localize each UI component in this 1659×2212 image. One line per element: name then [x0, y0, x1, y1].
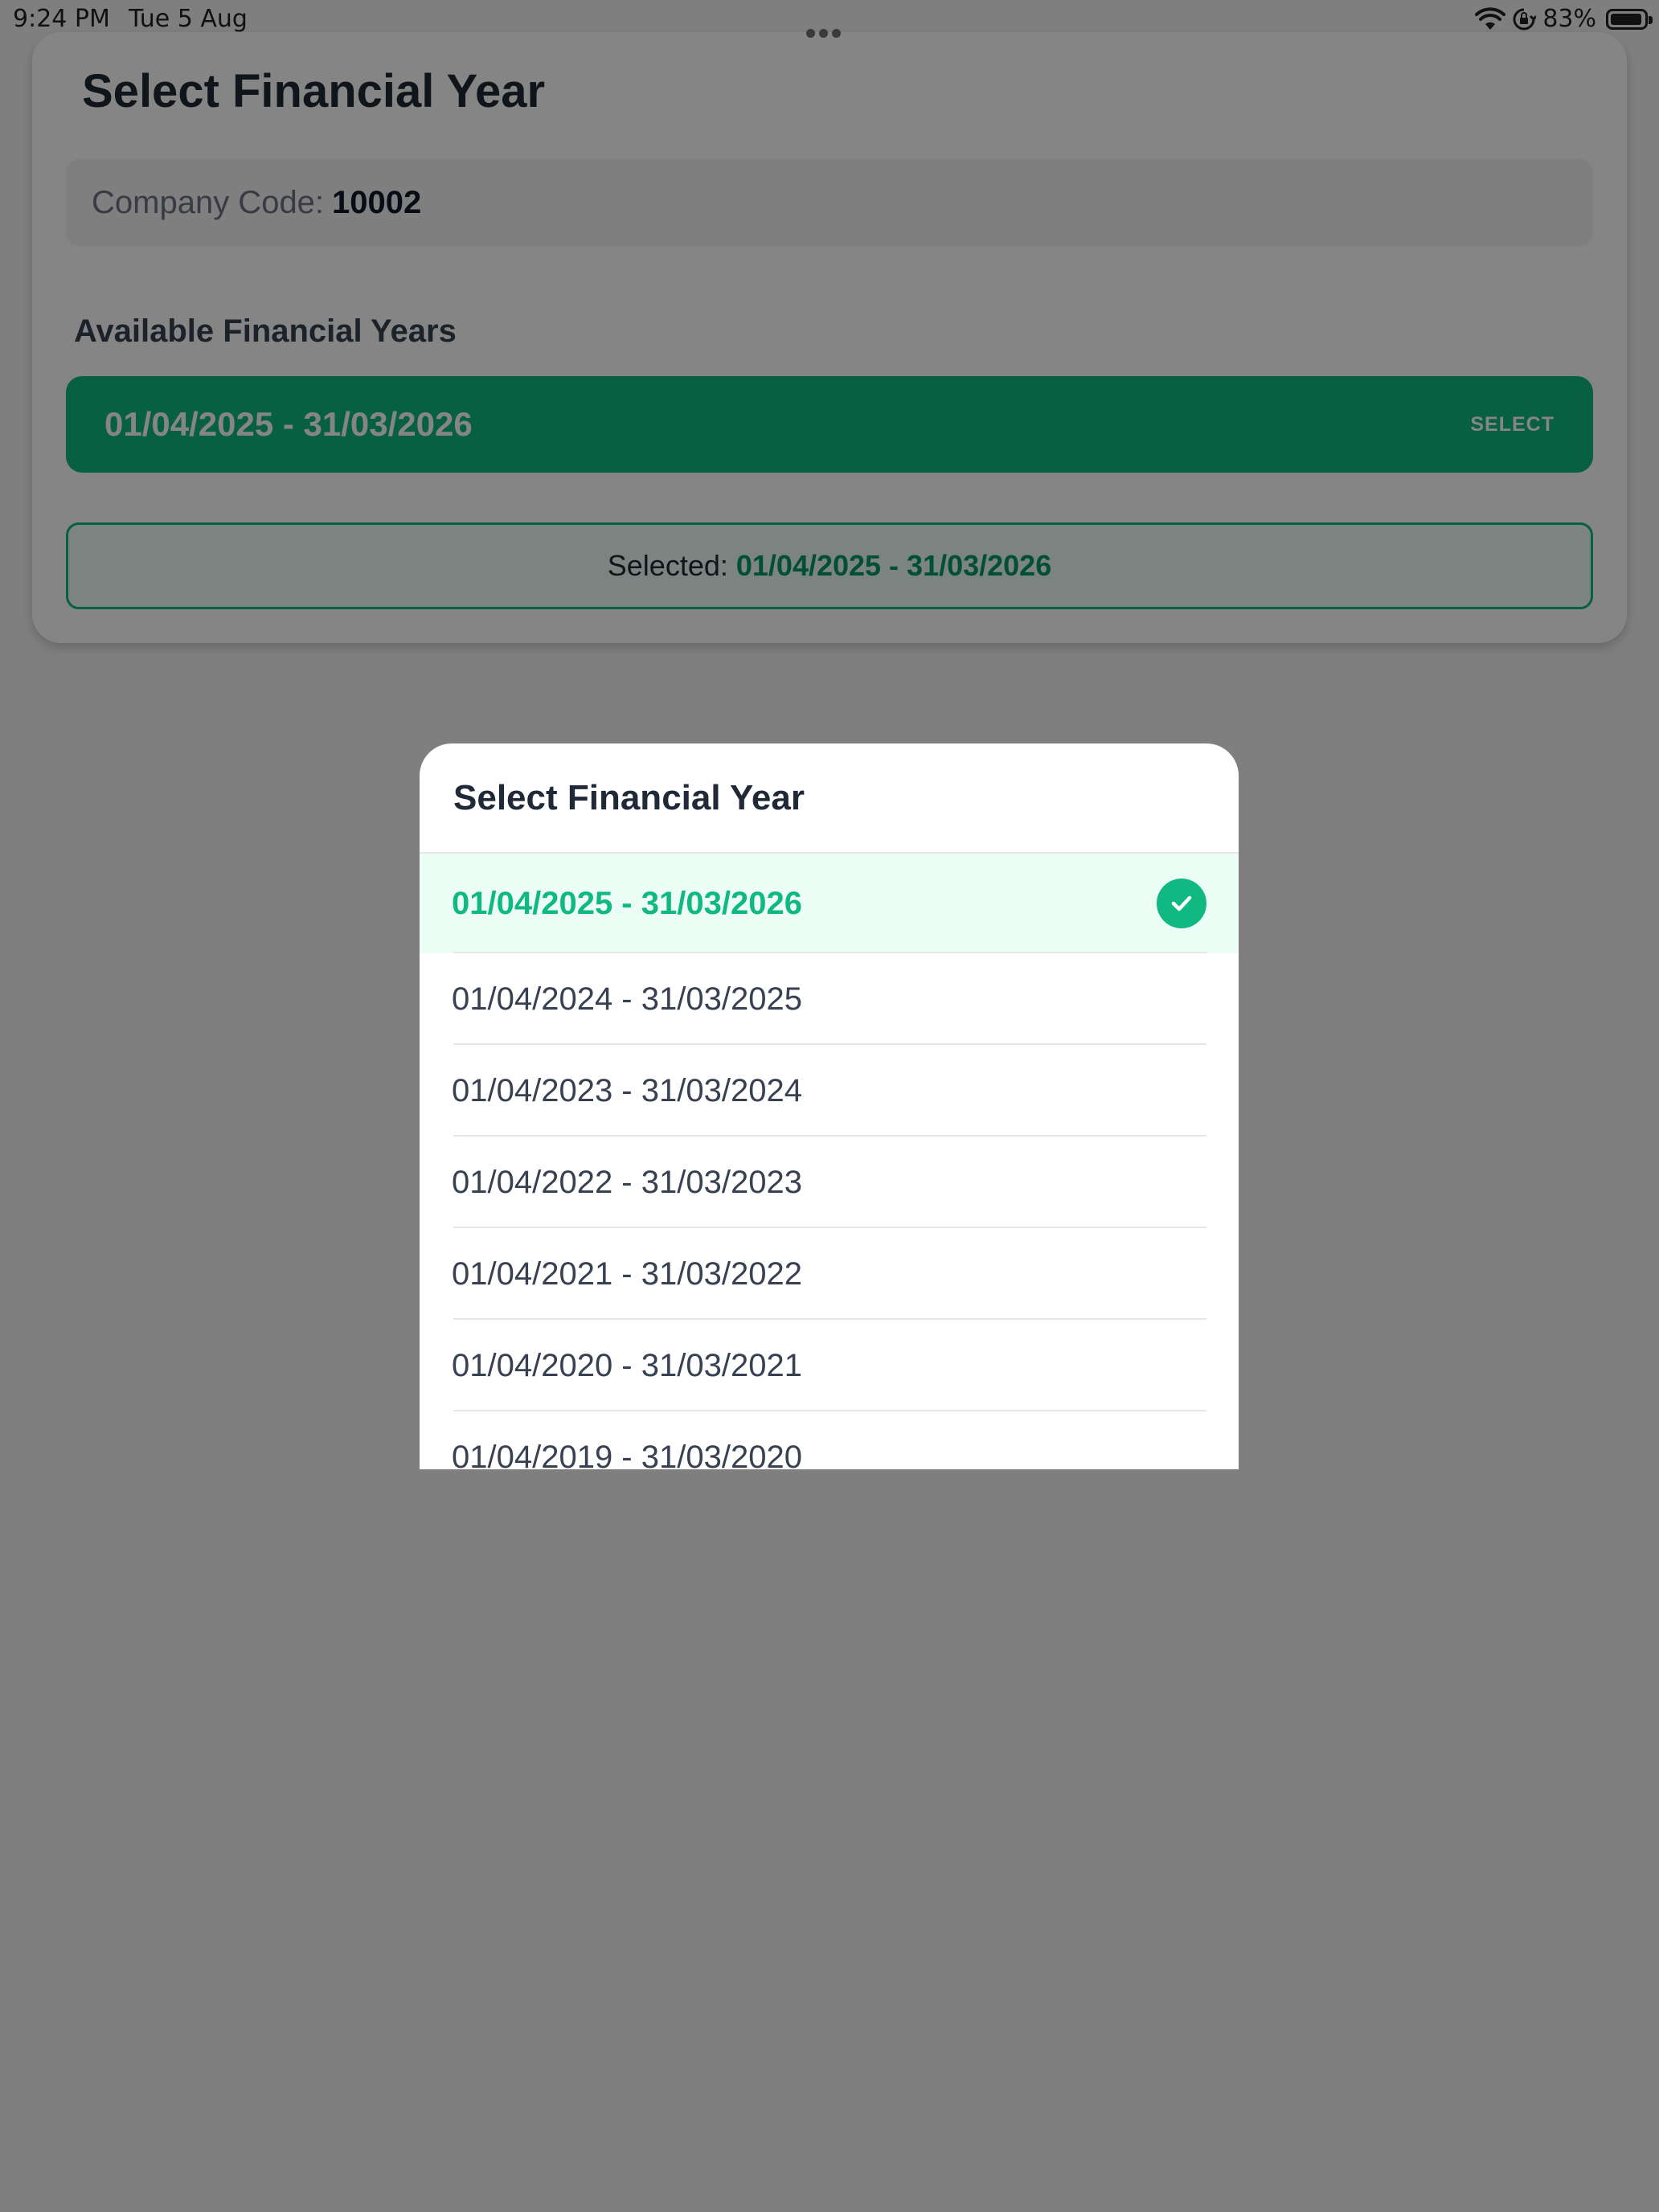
status-bar: 9:24 PM Tue 5 Aug 83% — [0, 0, 1659, 40]
financial-year-option[interactable]: 01/04/2022 - 31/03/2023 — [420, 1137, 1239, 1228]
multitasking-dots-icon[interactable] — [806, 16, 845, 44]
option-label: 01/04/2022 - 31/03/2023 — [452, 1164, 802, 1200]
option-label: 01/04/2024 - 31/03/2025 — [452, 981, 802, 1017]
battery-icon — [1606, 8, 1653, 30]
option-label: 01/04/2023 - 31/03/2024 — [452, 1072, 802, 1108]
option-label: 01/04/2021 - 31/03/2022 — [452, 1256, 802, 1292]
orientation-lock-icon — [1513, 8, 1537, 30]
financial-year-option[interactable]: 01/04/2025 - 31/03/2026 — [420, 854, 1239, 953]
financial-year-option[interactable]: 01/04/2021 - 31/03/2022 — [420, 1228, 1239, 1320]
option-label: 01/04/2025 - 31/03/2026 — [452, 885, 802, 921]
status-date: Tue 5 Aug — [129, 5, 248, 33]
check-icon — [1157, 879, 1206, 928]
status-indicators: 83% — [1475, 5, 1653, 33]
status-time: 9:24 PM — [13, 5, 110, 33]
wifi-icon — [1475, 6, 1506, 30]
option-label: 01/04/2019 - 31/03/2020 — [452, 1439, 802, 1470]
modal-title: Select Financial Year — [453, 777, 805, 817]
battery-percentage: 83% — [1542, 5, 1596, 33]
financial-year-option[interactable]: 01/04/2023 - 31/03/2024 — [420, 1045, 1239, 1137]
financial-year-picker-modal: Select Financial Year 01/04/2025 - 31/03… — [420, 743, 1239, 1469]
financial-year-option[interactable]: 01/04/2019 - 31/03/2020 — [420, 1411, 1239, 1470]
financial-year-options: 01/04/2025 - 31/03/2026 01/04/2024 - 31/… — [420, 854, 1239, 1469]
option-label: 01/04/2020 - 31/03/2021 — [452, 1347, 802, 1383]
financial-year-option[interactable]: 01/04/2020 - 31/03/2021 — [420, 1320, 1239, 1411]
modal-header: Select Financial Year — [420, 743, 1239, 854]
financial-year-option[interactable]: 01/04/2024 - 31/03/2025 — [420, 953, 1239, 1045]
